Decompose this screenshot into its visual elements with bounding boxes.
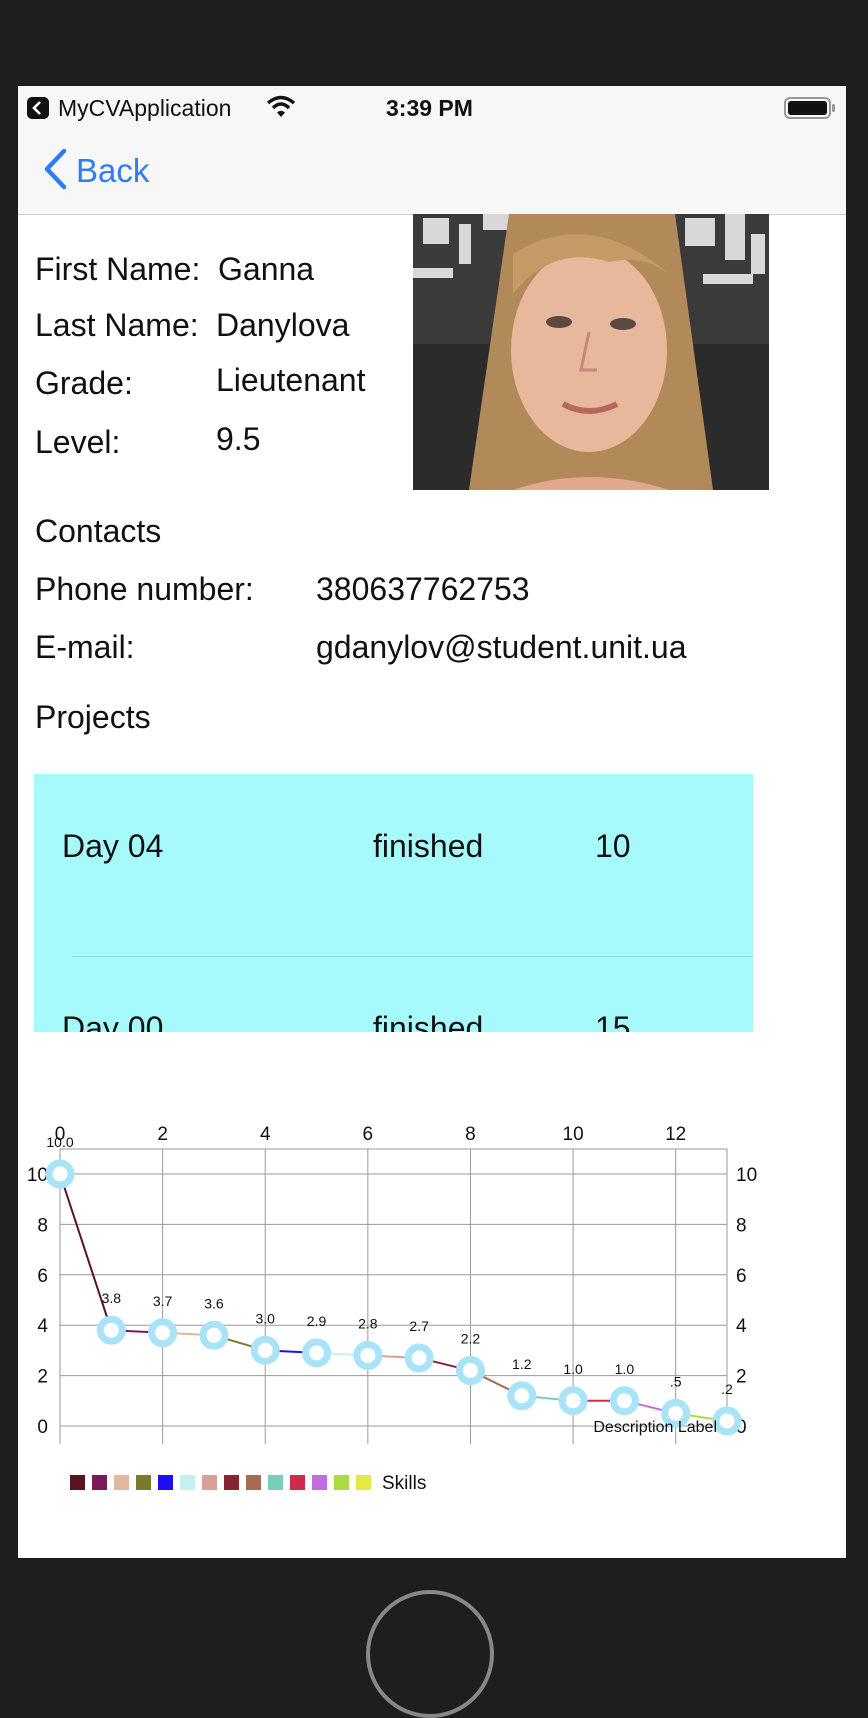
y-tick-label-right: 2 xyxy=(736,1367,747,1388)
data-label: 3.8 xyxy=(102,1290,122,1306)
y-tick-label-right: 8 xyxy=(736,1215,747,1236)
back-button[interactable]: Back xyxy=(42,148,149,194)
navigation-bar: Back xyxy=(18,130,846,215)
app-screen: MyCVApplication 3:39 PM Back First Name: xyxy=(18,86,846,1558)
legend-swatch xyxy=(268,1475,283,1490)
projects-table[interactable]: Day 04 finished 10 Day 00 finished 15 xyxy=(34,774,753,1032)
data-label: 2.8 xyxy=(358,1315,378,1331)
email-value[interactable]: gdanylov@student.unit.ua xyxy=(316,629,687,666)
phone-label: Phone number: xyxy=(35,571,254,607)
phone-value[interactable]: 380637762753 xyxy=(316,571,530,608)
y-tick-label-left: 2 xyxy=(37,1367,48,1388)
x-tick-label: 4 xyxy=(260,1124,271,1145)
legend-swatch xyxy=(136,1475,151,1490)
status-app-name: MyCVApplication xyxy=(58,95,232,121)
skills-chart: 0 0 2 2 4 4 6 6 8 8 10 10 0 2 4 6 8 10 12 10.0 3.8 3.7 3.6 3.0 2… xyxy=(18,1006,846,1506)
profile-photo xyxy=(413,214,769,490)
series-segment xyxy=(59,1173,113,1331)
grade-label: Grade: xyxy=(35,365,133,401)
data-point xyxy=(558,1386,588,1416)
data-point xyxy=(404,1343,434,1373)
data-label: 2.9 xyxy=(307,1313,327,1329)
project-name: Day 04 xyxy=(62,828,164,864)
x-tick-label: 12 xyxy=(665,1124,686,1145)
data-point xyxy=(353,1340,383,1370)
data-point xyxy=(45,1159,75,1189)
data-label: 3.0 xyxy=(255,1310,275,1326)
data-point xyxy=(712,1406,742,1436)
wifi-icon xyxy=(266,95,296,125)
data-point xyxy=(302,1338,332,1368)
project-status: finished xyxy=(373,828,484,864)
y-tick-label-left: 6 xyxy=(37,1266,48,1287)
data-point xyxy=(199,1320,229,1350)
y-tick-label-right: 4 xyxy=(736,1316,747,1337)
data-point xyxy=(250,1335,280,1365)
y-tick-label-right: 6 xyxy=(736,1266,747,1287)
y-tick-label-left: 4 xyxy=(37,1316,48,1337)
data-label: 1.0 xyxy=(615,1361,635,1377)
description-label: Description Label xyxy=(593,1419,717,1436)
home-button[interactable] xyxy=(366,1590,494,1718)
project-score: 10 xyxy=(595,828,631,864)
contacts-heading: Contacts xyxy=(35,513,162,549)
first-name-label: First Name: xyxy=(35,251,201,287)
last-name-value: Danylova xyxy=(216,307,350,343)
data-label: 1.0 xyxy=(563,1361,583,1377)
data-label: 2.7 xyxy=(409,1318,429,1334)
battery-icon xyxy=(784,96,836,126)
x-tick-label: 10 xyxy=(563,1124,584,1145)
y-tick-label-left: 0 xyxy=(37,1417,48,1438)
data-label: 1.2 xyxy=(512,1356,532,1372)
status-time: 3:39 PM xyxy=(386,95,473,121)
email-label: E-mail: xyxy=(35,629,135,665)
data-point xyxy=(96,1315,126,1345)
y-tick-label-left: 8 xyxy=(37,1215,48,1236)
data-label: 10.0 xyxy=(46,1134,73,1150)
y-tick-label-right: 10 xyxy=(736,1165,757,1186)
grade-value: Lieutenant xyxy=(216,362,366,398)
projects-heading: Projects xyxy=(35,699,151,735)
legend-swatch xyxy=(114,1475,129,1490)
legend-swatch xyxy=(180,1475,195,1490)
legend-swatch xyxy=(312,1475,327,1490)
legend-swatch xyxy=(92,1475,107,1490)
data-label: 3.7 xyxy=(153,1293,173,1309)
table-row[interactable]: Day 04 finished 10 xyxy=(34,774,753,956)
first-name-value: Ganna xyxy=(218,251,315,287)
level-value: 9.5 xyxy=(216,421,261,457)
data-point xyxy=(507,1381,537,1411)
legend-swatch xyxy=(334,1475,349,1490)
data-point xyxy=(609,1386,639,1416)
x-tick-label: 6 xyxy=(363,1124,374,1145)
legend-swatch xyxy=(246,1475,261,1490)
y-tick-label-left: 10 xyxy=(27,1165,48,1186)
legend-swatch xyxy=(158,1475,173,1490)
legend-swatch xyxy=(356,1475,371,1490)
level-label: Level: xyxy=(35,424,121,460)
skills-line-chart: 0 02 24 46 68 810 100 2 4 6 8 10 1210.03.8 3.7 3.63.0 2… xyxy=(27,1124,757,1494)
legend-swatch xyxy=(224,1475,239,1490)
chevron-left-icon xyxy=(42,148,68,195)
back-to-app-icon[interactable] xyxy=(27,97,49,119)
last-name-label: Last Name: xyxy=(35,307,199,343)
legend-swatch xyxy=(202,1475,217,1490)
x-tick-label: 2 xyxy=(157,1124,168,1145)
x-tick-label: 8 xyxy=(465,1124,476,1145)
data-label: 3.6 xyxy=(204,1295,224,1311)
data-label: .2 xyxy=(721,1381,733,1397)
data-point xyxy=(455,1356,485,1386)
data-label: .5 xyxy=(670,1373,682,1389)
back-button-label: Back xyxy=(76,152,150,189)
data-label: 2.2 xyxy=(461,1331,481,1347)
legend-swatch xyxy=(290,1475,305,1490)
legend-label: Skills xyxy=(382,1473,426,1494)
legend-swatch xyxy=(70,1475,85,1490)
plot-frame xyxy=(59,1148,728,1427)
status-bar: MyCVApplication 3:39 PM xyxy=(18,86,846,130)
data-point xyxy=(148,1318,178,1348)
